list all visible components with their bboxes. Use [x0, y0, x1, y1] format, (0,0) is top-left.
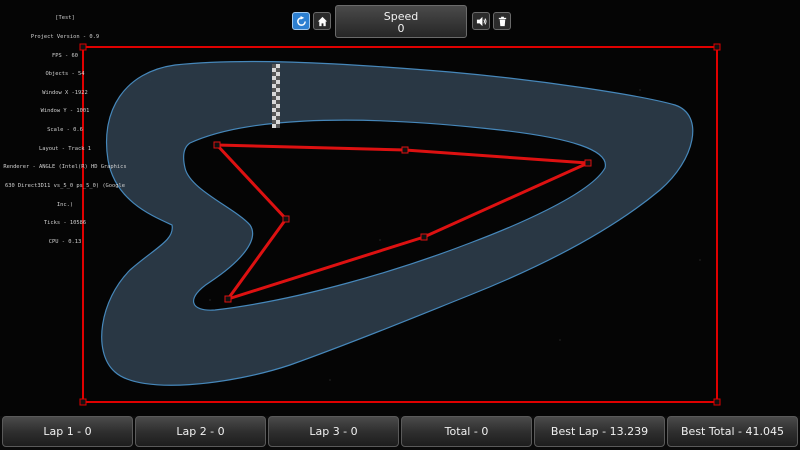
total-stat: Total - 0: [401, 416, 532, 447]
path-node[interactable]: [420, 233, 428, 241]
debug-line: Inc.): [56, 201, 74, 208]
best-lap-stat: Best Lap - 13.239: [534, 416, 665, 447]
sound-button[interactable]: [472, 12, 490, 30]
debug-line: Objects - 54: [45, 71, 85, 78]
speed-display: Speed 0: [335, 5, 467, 38]
path-node[interactable]: [584, 159, 592, 167]
lap-stats-bar: Lap 1 - 0 Lap 2 - 0 Lap 3 - 0 Total - 0 …: [0, 416, 800, 450]
debug-line: Project Version - 0.9: [30, 34, 100, 41]
restart-button[interactable]: [292, 12, 310, 30]
start-finish-line: [272, 64, 280, 128]
debug-line: Ticks - 10586: [43, 220, 87, 227]
debug-info-panel: [Test] Project Version - 0.9 FPS - 60 Ob…: [0, 3, 130, 251]
lap1-stat: Lap 1 - 0: [2, 416, 133, 447]
path-node[interactable]: [224, 295, 232, 303]
debug-line: 630 Direct3D11 vs_5_0 ps_5_0) (Google: [4, 182, 126, 189]
debug-line: Renderer - ANGLE (Intel(R) HD Graphics: [3, 164, 127, 171]
speed-value: 0: [397, 22, 405, 35]
race-track: [101, 60, 694, 386]
path-node[interactable]: [213, 141, 221, 149]
best-total-stat: Best Total - 41.045: [667, 416, 798, 447]
path-node[interactable]: [401, 146, 409, 154]
debug-line: CPU - 0.13: [48, 238, 82, 245]
home-button[interactable]: [313, 12, 331, 30]
debug-line: Scale - 0.6: [47, 127, 83, 134]
debug-line: [Test]: [55, 15, 75, 22]
lap2-stat: Lap 2 - 0: [135, 416, 266, 447]
home-icon: [317, 16, 327, 26]
trash-icon: [498, 16, 506, 26]
debug-line: Layout - Track 1: [39, 145, 91, 152]
path-node[interactable]: [282, 215, 290, 223]
debug-line: Window X -1922: [42, 89, 88, 96]
restart-icon: [296, 15, 306, 26]
debug-line: FPS - 60: [52, 52, 78, 59]
debug-line: Window Y - 1001: [40, 108, 90, 115]
lap3-stat: Lap 3 - 0: [268, 416, 399, 447]
trash-button[interactable]: [493, 12, 511, 30]
speaker-icon: [476, 16, 486, 26]
